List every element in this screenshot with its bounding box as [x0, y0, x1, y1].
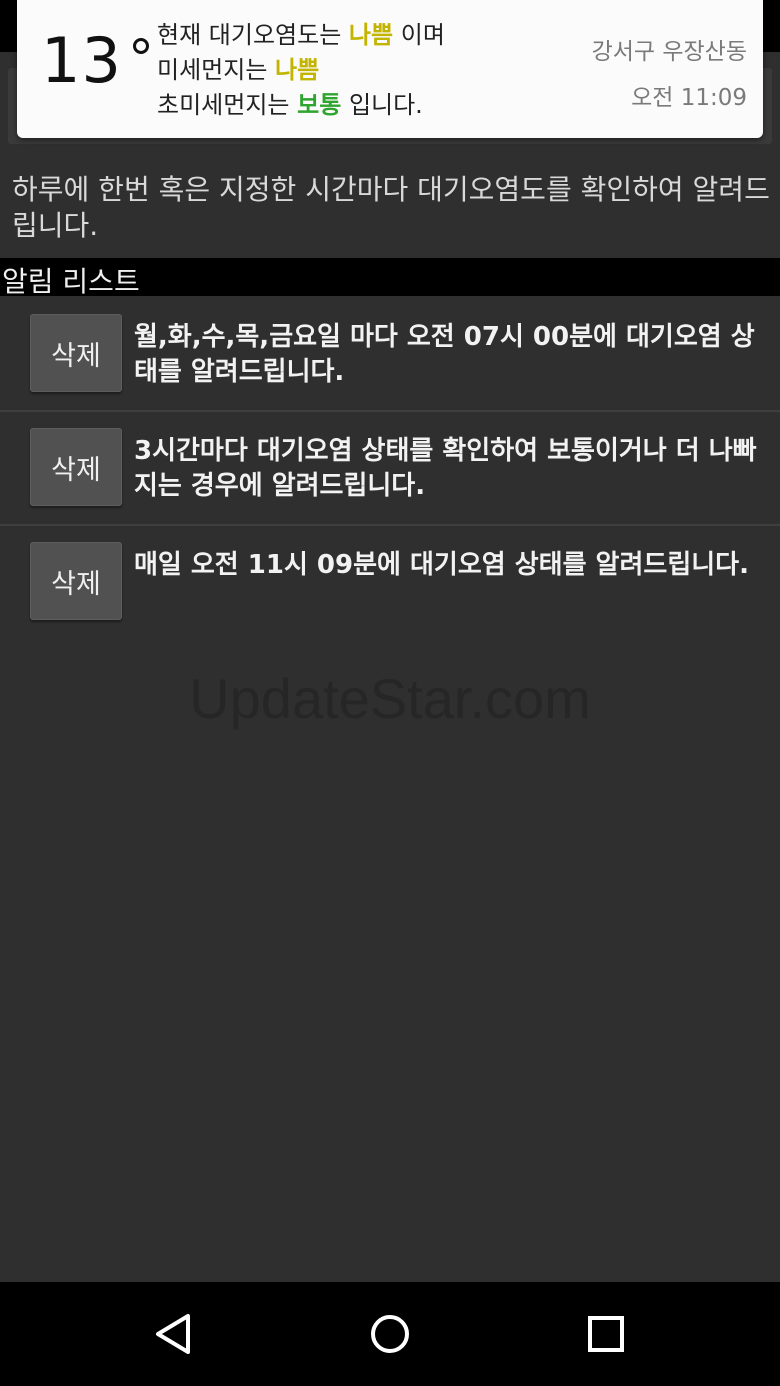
alarm-list: 삭제 월,화,수,목,금요일 마다 오전 07시 00분에 대기오염 상태를 알… — [0, 298, 780, 638]
status-line1-prefix: 현재 대기오염도는 — [157, 21, 342, 49]
home-icon[interactable] — [366, 1310, 414, 1358]
notification-time: 오전 11:09 — [631, 85, 747, 111]
status-line3-suffix: 입니다. — [348, 91, 423, 119]
navigation-bar — [0, 1282, 780, 1386]
delete-button[interactable]: 삭제 — [30, 542, 122, 620]
list-item[interactable]: 삭제 매일 오전 11시 09분에 대기오염 상태를 알려드립니다. — [0, 526, 780, 638]
alarm-list-title: 알림 리스트 — [2, 265, 140, 298]
recents-icon[interactable] — [582, 1310, 630, 1358]
delete-button[interactable]: 삭제 — [30, 314, 122, 392]
delete-button[interactable]: 삭제 — [30, 428, 122, 506]
status-line3-prefix: 초미세먼지는 — [157, 91, 290, 119]
alarm-list-header: 알림 리스트 — [0, 258, 780, 298]
alarm-description: 월,화,수,목,금요일 마다 오전 07시 00분에 대기오염 상태를 알려드립… — [134, 322, 755, 387]
air-quality-notification[interactable]: 13 현재 대기오염도는 나쁨 이며 미세먼지는 나쁨 초미세먼지는 보통 입니… — [17, 0, 763, 138]
temperature-value: 13 — [41, 24, 122, 97]
back-icon[interactable] — [150, 1310, 198, 1358]
overall-level: 나쁨 — [348, 21, 394, 49]
watermark: UpdateStar.com — [189, 667, 591, 730]
status-line1-suffix: 이며 — [400, 21, 445, 49]
alarm-description: 매일 오전 11시 09분에 대기오염 상태를 알려드립니다. — [134, 550, 749, 580]
location-label: 강서구 우장산동 — [591, 39, 747, 65]
pm25-level: 보통 — [297, 91, 342, 119]
alarm-description: 3시간마다 대기오염 상태를 확인하여 보통이거나 더 나빠지는 경우에 알려드… — [134, 436, 757, 501]
list-item[interactable]: 삭제 월,화,수,목,금요일 마다 오전 07시 00분에 대기오염 상태를 알… — [0, 298, 780, 412]
list-item[interactable]: 삭제 3시간마다 대기오염 상태를 확인하여 보통이거나 더 나빠지는 경우에 … — [0, 412, 780, 526]
degree-icon — [133, 38, 149, 54]
air-quality-status: 현재 대기오염도는 나쁨 이며 미세먼지는 나쁨 초미세먼지는 보통 입니다. — [157, 18, 445, 123]
pm10-level: 나쁨 — [275, 56, 320, 84]
app-description: 하루에 한번 혹은 지정한 시간마다 대기오염도를 확인하여 알려드립니다. — [12, 173, 770, 242]
status-line2-prefix: 미세먼지는 — [157, 56, 268, 84]
